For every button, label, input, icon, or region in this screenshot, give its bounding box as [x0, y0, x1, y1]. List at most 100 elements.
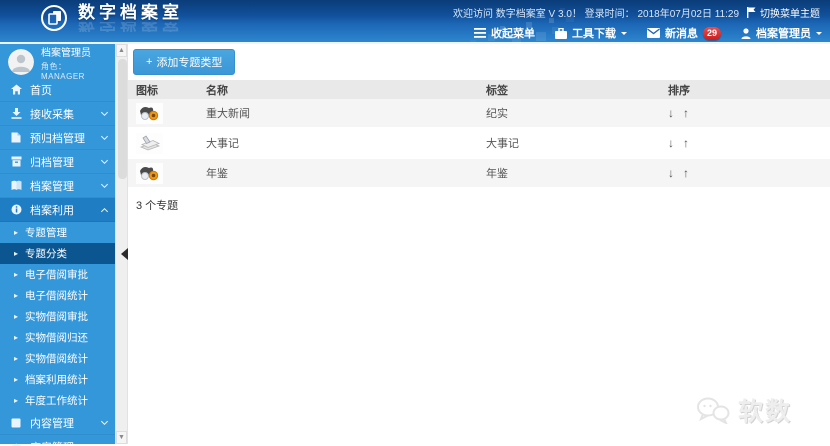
row-tag: 年鉴 — [486, 168, 508, 180]
sort-down-button[interactable]: ↓ — [668, 137, 674, 149]
chevron-down-icon — [100, 417, 109, 425]
row-name: 重大新闻 — [206, 108, 250, 120]
row-tag: 纪实 — [486, 108, 508, 120]
sidebar-item-content-mgmt[interactable]: 内容管理 — [0, 411, 115, 435]
col-header-tag: 标签 — [486, 84, 508, 97]
sidebar-item-archive-mgmt[interactable]: 归档管理 — [0, 150, 115, 174]
row-sort-cell: ↓ ↑ — [660, 107, 830, 119]
sort-up-button[interactable]: ↑ — [683, 107, 689, 119]
sidebar-subitem-physical-stats[interactable]: ▸ 实物借阅统计 — [0, 348, 115, 369]
sidebar-subitem-label: 专题分类 — [25, 248, 68, 260]
row-sort-cell: ↓ ↑ — [660, 137, 830, 149]
sidebar-item-label: 归档管理 — [30, 156, 74, 169]
triangle-bullet-icon: ▸ — [14, 249, 19, 258]
add-topic-type-label: 添加专题类型 — [156, 57, 223, 69]
sidebar-subitem-label: 年度工作统计 — [25, 395, 89, 407]
welcome-text: 欢迎访问 数字档案室 V 3.0！ 登录时间： 2018年07月02日 11:2… — [452, 9, 739, 20]
sidebar-item-records-mgmt[interactable]: 档案管理 — [0, 174, 115, 198]
row-icon-cell — [128, 162, 198, 184]
user-menu[interactable]: 档案管理员 — [741, 25, 822, 41]
sidebar-scrollbar[interactable]: ▲ ▼ — [115, 44, 128, 444]
sidebar-subitem-topic-mgmt[interactable]: ▸ 专题管理 — [0, 222, 115, 243]
tools-download-label: 工具下载 — [571, 28, 616, 40]
sidebar-item-label: 内容管理 — [30, 417, 74, 430]
sidebar-item-label: 档案管理 — [30, 180, 74, 193]
col-header-name: 名称 — [206, 84, 228, 97]
hamburger-icon — [473, 28, 486, 38]
plus-icon: + — [146, 56, 153, 68]
sidebar-subitem-eborrow-stats[interactable]: ▸ 电子借阅统计 — [0, 285, 115, 306]
scroll-down-button[interactable]: ▼ — [116, 431, 127, 444]
scroll-up-button[interactable]: ▲ — [116, 44, 127, 57]
sidebar-subitem-usage-stats[interactable]: ▸ 档案利用统计 — [0, 369, 115, 390]
sidebar-subitem-physical-return[interactable]: ▸ 实物借阅归还 — [0, 327, 115, 348]
sort-up-button[interactable]: ↑ — [683, 167, 689, 179]
header-status-row: 欢迎访问 数字档案室 V 3.0！ 登录时间： 2018年07月02日 11:2… — [453, 5, 820, 20]
header-nav: 收起菜单 工具下载 新消息 29 档案管理员 — [473, 25, 822, 41]
sidebar-item-storeroom-mgmt[interactable]: 库房管理 — [0, 435, 115, 446]
flag-icon — [747, 7, 756, 18]
collapse-menu-button[interactable]: 收起菜单 — [473, 25, 535, 41]
header-bar: 数字档案室 数字档案室 欢迎访问 数字档案室 V 3.0！ 登录时间： 2018… — [0, 0, 830, 44]
avatar-person-icon — [8, 49, 34, 75]
chevron-down-icon — [100, 441, 109, 446]
triangle-bullet-icon: ▸ — [14, 354, 19, 363]
watermark-label: 软数 — [737, 398, 792, 426]
row-name: 大事记 — [206, 138, 239, 150]
table-row[interactable]: 大事记 大事记 ↓ ↑ — [128, 129, 830, 159]
vendor-watermark: 软数 — [696, 392, 792, 428]
document-stack-icon — [136, 132, 163, 154]
role-value: MANAGER — [41, 71, 85, 81]
sidebar-subitem-annual-stats[interactable]: ▸ 年度工作统计 — [0, 390, 115, 411]
chat-bubbles-icon — [696, 397, 730, 424]
sort-down-button[interactable]: ↓ — [668, 167, 674, 179]
sidebar-item-records-use[interactable]: 档案利用 — [0, 198, 115, 222]
tools-download-menu[interactable]: 工具下载 — [554, 25, 627, 41]
chevron-down-icon — [100, 180, 109, 188]
main-content: + 添加专题类型 图标 名称 标签 排序 重大新闻 纪实 ↓ ↑ 大事记 大事记… — [128, 44, 830, 444]
sidebar-item-label: 档案利用 — [30, 204, 74, 217]
sidebar-item-receive-collect[interactable]: 接收采集 — [0, 102, 115, 126]
role-label: 角色： — [41, 61, 67, 71]
sidebar-item-prearchive-mgmt[interactable]: 预归档管理 — [0, 126, 115, 150]
col-header-icon: 图标 — [136, 84, 158, 97]
sidebar: 档案管理员 角色： MANAGER 首页 接收采集 预归档管理 归档管理 档案管… — [0, 44, 128, 446]
scrollbar-thumb[interactable] — [118, 59, 127, 179]
sidebar-item-label: 首页 — [30, 84, 52, 97]
book-icon — [10, 180, 22, 192]
row-icon-cell — [128, 132, 198, 154]
sidebar-item-label: 预归档管理 — [30, 132, 85, 145]
sidebar-item-label: 接收采集 — [30, 108, 74, 121]
sort-up-button[interactable]: ↑ — [683, 137, 689, 149]
sidebar-item-home[interactable]: 首页 — [0, 78, 115, 102]
app-title: 数字档案室 — [78, 3, 183, 22]
sidebar-subitem-label: 实物借阅归还 — [25, 332, 89, 344]
sidebar-subitem-label: 实物借阅审批 — [25, 311, 89, 323]
sidebar-subitem-topic-category[interactable]: ▸ 专题分类 — [0, 243, 128, 264]
new-messages-button[interactable]: 新消息 29 — [646, 25, 721, 41]
col-header-sort: 排序 — [668, 84, 690, 97]
file-icon — [10, 132, 22, 144]
table-row[interactable]: 年鉴 年鉴 ↓ ↑ — [128, 159, 830, 189]
triangle-bullet-icon: ▸ — [14, 375, 19, 384]
chevron-down-icon — [620, 32, 627, 38]
messages-count-badge[interactable]: 29 — [702, 26, 721, 40]
table-row[interactable]: 重大新闻 纪实 ↓ ↑ — [128, 99, 830, 129]
chevron-down-icon — [100, 132, 109, 140]
sidebar-subitem-eborrow-approval[interactable]: ▸ 电子借阅审批 — [0, 264, 115, 285]
triangle-bullet-icon: ▸ — [14, 270, 19, 279]
logo-documents-icon — [41, 5, 67, 31]
add-topic-type-button[interactable]: + 添加专题类型 — [133, 49, 236, 75]
sidebar-subitem-label: 专题管理 — [25, 227, 68, 239]
user-icon — [741, 27, 751, 39]
content-icon — [10, 417, 22, 429]
sidebar-subitem-physical-approval[interactable]: ▸ 实物借阅审批 — [0, 306, 115, 327]
collapse-menu-label: 收起菜单 — [490, 28, 535, 40]
news-photo-icon — [136, 162, 163, 184]
theme-switch-link[interactable]: 切换菜单主题 — [747, 5, 820, 20]
home-icon — [10, 84, 22, 96]
download-icon — [10, 108, 22, 120]
triangle-bullet-icon: ▸ — [14, 396, 19, 405]
triangle-bullet-icon: ▸ — [14, 333, 19, 342]
sort-down-button[interactable]: ↓ — [668, 107, 674, 119]
